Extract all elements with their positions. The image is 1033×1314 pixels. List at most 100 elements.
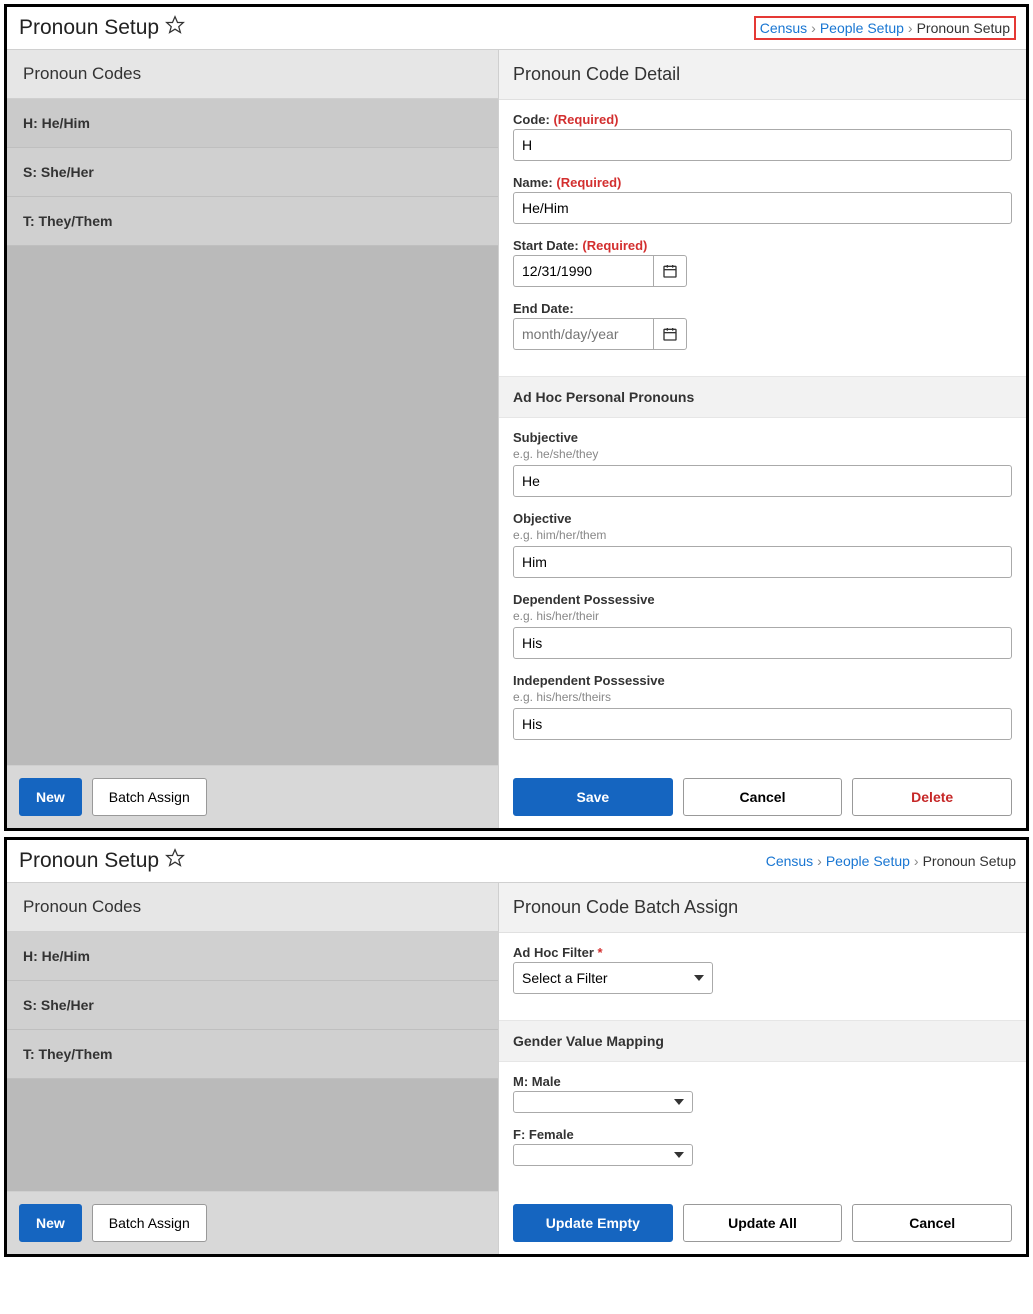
codes-list-header: Pronoun Codes (7, 883, 498, 932)
field-name: Name: (Required) (513, 175, 1012, 224)
page-title: Pronoun Setup (19, 848, 185, 874)
new-button[interactable]: New (19, 1204, 82, 1242)
breadcrumb-people[interactable]: People Setup (826, 853, 910, 869)
calendar-icon[interactable] (653, 318, 687, 350)
chevron-right-icon: › (914, 853, 919, 869)
update-all-button[interactable]: Update All (683, 1204, 843, 1242)
code-item-h[interactable]: H: He/Him (7, 99, 498, 148)
left-footer: New Batch Assign (7, 1191, 498, 1254)
cancel-button[interactable]: Cancel (683, 778, 843, 816)
breadcrumb-people[interactable]: People Setup (820, 20, 904, 36)
independent-hint: e.g. his/hers/theirs (513, 690, 1012, 704)
chevron-down-icon (674, 1099, 684, 1105)
dependent-input[interactable] (513, 627, 1012, 659)
field-adhoc-filter: Ad Hoc Filter * Select a Filter (513, 945, 1012, 994)
required-tag: (Required) (582, 238, 647, 253)
breadcrumb-current: Pronoun Setup (923, 853, 1016, 869)
code-item-s[interactable]: S: She/Her (7, 148, 498, 197)
dependent-label: Dependent Possessive (513, 592, 1012, 607)
required-star: * (598, 945, 603, 960)
start-label: Start Date: (513, 238, 579, 253)
cancel-button[interactable]: Cancel (852, 1204, 1012, 1242)
window-pronoun-detail: Pronoun Setup Census › People Setup › Pr… (4, 4, 1029, 831)
end-label: End Date: (513, 301, 1012, 316)
objective-label: Objective (513, 511, 1012, 526)
breadcrumb-census[interactable]: Census (760, 20, 807, 36)
name-input[interactable] (513, 192, 1012, 224)
breadcrumb: Census › People Setup › Pronoun Setup (766, 853, 1016, 869)
code-item-h[interactable]: H: He/Him (7, 932, 498, 981)
field-dependent: Dependent Possessive e.g. his/her/their (513, 592, 1012, 659)
chevron-right-icon: › (908, 20, 913, 36)
objective-input[interactable] (513, 546, 1012, 578)
male-select[interactable] (513, 1091, 693, 1113)
pronoun-codes-panel: Pronoun Codes H: He/Him S: She/Her T: Th… (7, 883, 499, 1254)
field-objective: Objective e.g. him/her/them (513, 511, 1012, 578)
delete-button[interactable]: Delete (852, 778, 1012, 816)
chevron-right-icon: › (817, 853, 822, 869)
detail-footer: Save Cancel Delete (499, 766, 1026, 828)
topbar: Pronoun Setup Census › People Setup › Pr… (7, 840, 1026, 882)
code-item-s[interactable]: S: She/Her (7, 981, 498, 1030)
batch-panel: Pronoun Code Batch Assign Ad Hoc Filter … (499, 883, 1026, 1254)
gender-mapping-header: Gender Value Mapping (499, 1020, 1026, 1062)
subjective-label: Subjective (513, 430, 1012, 445)
subjective-input[interactable] (513, 465, 1012, 497)
detail-header: Pronoun Code Detail (499, 50, 1026, 100)
dependent-hint: e.g. his/her/their (513, 609, 1012, 623)
filter-select[interactable]: Select a Filter (513, 962, 713, 994)
start-date-input[interactable] (513, 255, 653, 287)
field-subjective: Subjective e.g. he/she/they (513, 430, 1012, 497)
field-code: Code: (Required) (513, 112, 1012, 161)
topbar: Pronoun Setup Census › People Setup › Pr… (7, 7, 1026, 49)
calendar-icon[interactable] (653, 255, 687, 287)
codes-list-header: Pronoun Codes (7, 50, 498, 99)
chevron-right-icon: › (811, 20, 816, 36)
save-button[interactable]: Save (513, 778, 673, 816)
independent-input[interactable] (513, 708, 1012, 740)
code-item-t[interactable]: T: They/Them (7, 1030, 498, 1079)
filter-label: Ad Hoc Filter (513, 945, 594, 960)
batch-assign-button[interactable]: Batch Assign (92, 778, 207, 816)
chevron-down-icon (694, 975, 704, 981)
field-start-date: Start Date: (Required) (513, 238, 1012, 287)
chevron-down-icon (674, 1152, 684, 1158)
field-end-date: End Date: (513, 301, 1012, 350)
breadcrumb-current: Pronoun Setup (917, 20, 1010, 36)
field-male: M: Male (513, 1074, 1012, 1113)
male-label: M: Male (513, 1074, 1012, 1089)
page-title-text: Pronoun Setup (19, 16, 159, 40)
end-date-input[interactable] (513, 318, 653, 350)
batch-footer: Update Empty Update All Cancel (499, 1192, 1026, 1254)
required-tag: (Required) (553, 112, 618, 127)
code-input[interactable] (513, 129, 1012, 161)
favorite-star-icon[interactable] (165, 848, 185, 874)
window-batch-assign: Pronoun Setup Census › People Setup › Pr… (4, 837, 1029, 1257)
female-select[interactable] (513, 1144, 693, 1166)
required-tag: (Required) (556, 175, 621, 190)
field-independent: Independent Possessive e.g. his/hers/the… (513, 673, 1012, 740)
name-label: Name: (513, 175, 553, 190)
field-female: F: Female (513, 1127, 1012, 1166)
pronoun-codes-panel: Pronoun Codes H: He/Him S: She/Her T: Th… (7, 50, 499, 828)
batch-header: Pronoun Code Batch Assign (499, 883, 1026, 933)
breadcrumb-census[interactable]: Census (766, 853, 813, 869)
favorite-star-icon[interactable] (165, 15, 185, 41)
adhoc-header: Ad Hoc Personal Pronouns (499, 376, 1026, 418)
code-label: Code: (513, 112, 550, 127)
left-footer: New Batch Assign (7, 765, 498, 828)
code-item-t[interactable]: T: They/Them (7, 197, 498, 246)
update-empty-button[interactable]: Update Empty (513, 1204, 673, 1242)
objective-hint: e.g. him/her/them (513, 528, 1012, 542)
subjective-hint: e.g. he/she/they (513, 447, 1012, 461)
breadcrumb: Census › People Setup › Pronoun Setup (754, 16, 1016, 40)
page-title-text: Pronoun Setup (19, 849, 159, 873)
detail-panel: Pronoun Code Detail Code: (Required) Nam… (499, 50, 1026, 828)
main-row: Pronoun Codes H: He/Him S: She/Her T: Th… (7, 882, 1026, 1254)
batch-assign-button[interactable]: Batch Assign (92, 1204, 207, 1242)
filter-placeholder: Select a Filter (522, 970, 608, 986)
independent-label: Independent Possessive (513, 673, 1012, 688)
new-button[interactable]: New (19, 778, 82, 816)
female-label: F: Female (513, 1127, 1012, 1142)
page-title: Pronoun Setup (19, 15, 185, 41)
